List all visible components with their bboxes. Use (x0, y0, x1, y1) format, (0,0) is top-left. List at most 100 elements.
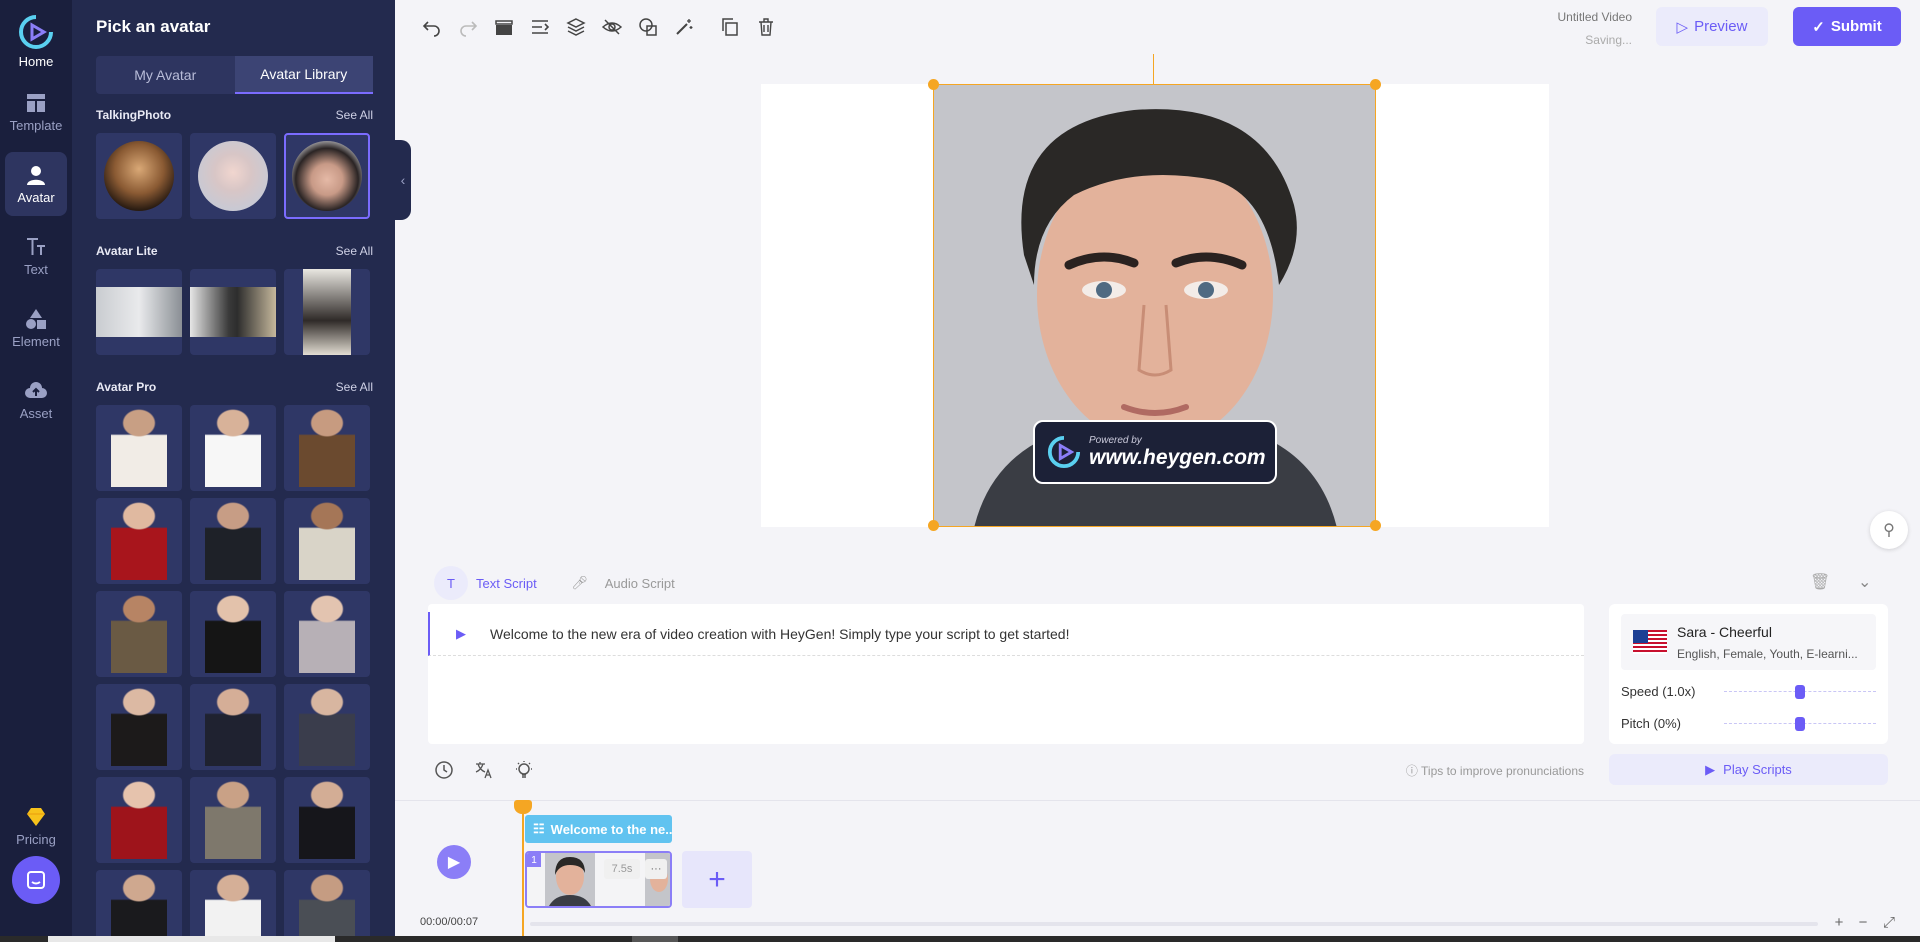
script-collapse-button[interactable]: ⌄ (1858, 572, 1871, 592)
align-button[interactable] (528, 14, 552, 40)
text-nav[interactable]: Text (5, 224, 67, 288)
avatar-pro-item[interactable] (96, 591, 182, 677)
heygen-watermark: Powered by www.heygen.com (1033, 420, 1277, 484)
chat-button[interactable] (12, 856, 60, 904)
avatar-pro-item[interactable] (96, 498, 182, 584)
avatar-lite-item[interactable] (96, 269, 182, 355)
playhead-handle[interactable] (514, 800, 532, 814)
shape-button[interactable] (636, 14, 660, 40)
magic-button[interactable] (672, 14, 696, 40)
scene-more-button[interactable]: ··· (645, 859, 667, 879)
layers-button[interactable] (564, 14, 588, 40)
pronunciation-tips-link[interactable]: ⓘ Tips to improve pronunciations (1398, 762, 1584, 779)
voice-settings-card: Sara - Cheerful English, Female, Youth, … (1609, 604, 1888, 744)
avatar-pro-item[interactable] (96, 777, 182, 863)
collapse-panel-button[interactable]: ‹ (395, 140, 411, 220)
resize-handle-top-left[interactable] (928, 79, 939, 90)
zoom-button[interactable]: ⚲ (1870, 511, 1908, 549)
timeline-zoom-in-button[interactable]: + (1830, 913, 1848, 931)
lightbulb-icon[interactable] (514, 760, 534, 780)
tab-text-script[interactable]: T Text Script (434, 566, 537, 600)
hide-button[interactable] (600, 14, 624, 40)
undo-button[interactable] (420, 14, 444, 40)
us-flag-icon (1633, 630, 1667, 654)
pitch-slider[interactable] (1724, 716, 1876, 731)
duplicate-button[interactable] (718, 14, 742, 40)
scene-clip[interactable]: 1 7.5s ··· (525, 851, 672, 908)
avatar-pro-item[interactable] (190, 777, 276, 863)
tab-audio-script[interactable]: 🎤︎ Audio Script (563, 566, 674, 600)
checkmark-icon: ✓ (1812, 18, 1825, 36)
script-text[interactable]: Welcome to the new era of video creation… (490, 626, 1069, 642)
talking-photo-grid (96, 133, 370, 219)
play-scripts-button[interactable]: ▶ Play Scripts (1609, 754, 1888, 785)
text-clip[interactable]: ☷ Welcome to the ne... (525, 815, 672, 843)
avatar-pro-item[interactable] (190, 870, 276, 942)
talking-photo-item[interactable] (190, 133, 276, 219)
timeline-fit-button[interactable]: ⤢ (1880, 913, 1898, 931)
avatar-pro-item[interactable] (96, 684, 182, 770)
resize-handle-top-right[interactable] (1370, 79, 1381, 90)
avatar-pro-item[interactable] (190, 405, 276, 491)
talking-photo-see-all[interactable]: See All (336, 108, 373, 122)
preview-label: Preview (1694, 18, 1748, 35)
scene-duration[interactable]: 7.5s (604, 859, 640, 879)
shapes-icon (26, 308, 46, 329)
talking-photo-item-selected[interactable] (284, 133, 370, 219)
avatar-pro-item[interactable] (284, 591, 370, 677)
speed-slider[interactable] (1724, 684, 1876, 699)
translate-icon[interactable] (474, 760, 494, 780)
avatar-pro-item[interactable] (96, 405, 182, 491)
script-paragraph[interactable]: ▶ Welcome to the new era of video creati… (428, 612, 1584, 656)
pitch-slider-knob[interactable] (1795, 716, 1805, 731)
resize-handle-bottom-left[interactable] (928, 520, 939, 531)
avatar-pro-see-all[interactable]: See All (336, 380, 373, 394)
play-line-icon[interactable]: ▶ (456, 626, 466, 642)
left-rail: Home Template Avatar Text Element Asset … (0, 0, 72, 942)
avatar-pro-item[interactable] (96, 870, 182, 942)
clock-icon[interactable] (434, 760, 454, 780)
home-label: Home (18, 53, 54, 69)
avatar-pro-item[interactable] (284, 684, 370, 770)
timeline-play-button[interactable]: ▶ (437, 845, 471, 879)
home-nav[interactable]: Home (5, 10, 67, 72)
avatar-pro-item[interactable] (284, 870, 370, 942)
avatar-lite-see-all[interactable]: See All (336, 244, 373, 258)
script-editor[interactable]: ▶ Welcome to the new era of video creati… (428, 604, 1584, 744)
script-delete-button[interactable]: 🗑︎ (1810, 572, 1830, 592)
element-nav[interactable]: Element (5, 296, 67, 360)
avatar-pro-item[interactable] (284, 498, 370, 584)
tab-my-avatar[interactable]: My Avatar (96, 56, 235, 94)
avatar-lite-item[interactable] (190, 269, 276, 355)
speed-slider-knob[interactable] (1795, 684, 1805, 699)
add-scene-button[interactable]: + (682, 851, 752, 908)
scene-button[interactable] (492, 14, 516, 40)
template-nav[interactable]: Template (5, 80, 67, 144)
asset-nav[interactable]: Asset (5, 368, 67, 432)
preview-button[interactable]: ▷ Preview (1656, 7, 1768, 46)
avatar-thumbnail (299, 688, 355, 766)
playhead[interactable] (522, 800, 524, 942)
timeline-zoom-out-button[interactable]: − (1854, 913, 1872, 931)
avatar-pro-item[interactable] (284, 405, 370, 491)
watermark-text: Powered by www.heygen.com (1089, 435, 1266, 470)
pricing-nav[interactable]: Pricing (5, 794, 67, 858)
timeline-scrollbar[interactable] (530, 922, 1818, 926)
voice-selector[interactable]: Sara - Cheerful English, Female, Youth, … (1621, 614, 1876, 670)
avatar-pro-item[interactable] (190, 498, 276, 584)
avatar-pro-item[interactable] (190, 591, 276, 677)
submit-button[interactable]: ✓ Submit (1793, 7, 1901, 46)
avatar-nav[interactable]: Avatar (5, 152, 67, 216)
talking-photo-item[interactable] (96, 133, 182, 219)
avatar-pro-item[interactable] (190, 684, 276, 770)
text-frame-icon: ☷ (533, 821, 545, 836)
delete-button[interactable] (754, 14, 778, 40)
tab-avatar-library[interactable]: Avatar Library (234, 56, 373, 94)
trash-icon (759, 18, 773, 36)
chat-icon (27, 871, 45, 889)
resize-handle-bottom-right[interactable] (1370, 520, 1381, 531)
avatar-lite-item[interactable] (284, 269, 370, 355)
video-title[interactable]: Untitled Video (1520, 10, 1633, 24)
avatar-pro-item[interactable] (284, 777, 370, 863)
redo-button[interactable] (456, 14, 480, 40)
